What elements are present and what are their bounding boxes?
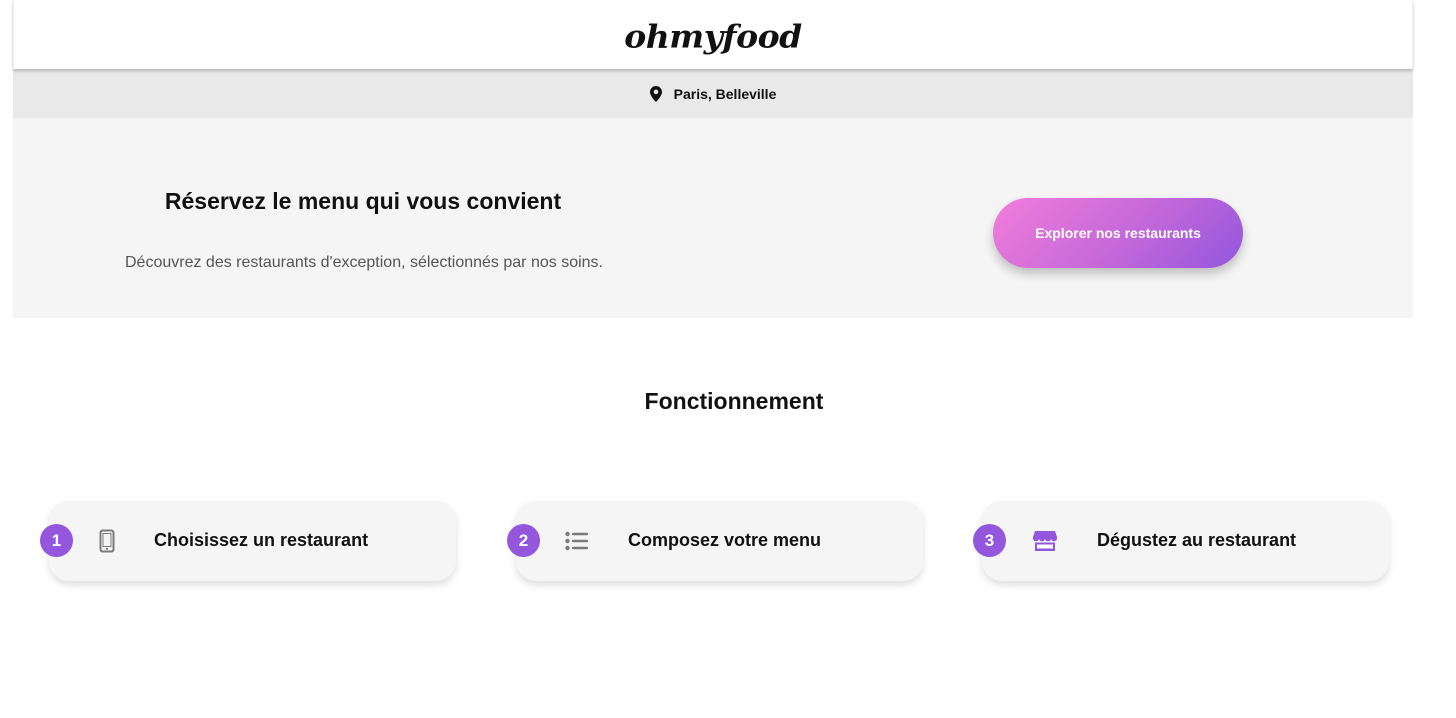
- mobile-phone-icon: [94, 528, 120, 554]
- step-label: Dégustez au restaurant: [1097, 530, 1297, 550]
- location-bar: Paris, Belleville: [13, 69, 1413, 118]
- list-icon: [564, 528, 590, 554]
- location-text: Paris, Belleville: [673, 85, 777, 102]
- hero-title: Réservez le menu qui vous convient: [164, 188, 562, 214]
- step-label: Choisissez un restaurant: [154, 530, 369, 550]
- step-card-2: 2 Composez votre menu: [507, 501, 923, 581]
- logo[interactable]: ohmyfood: [624, 14, 802, 55]
- step-number-badge: 3: [973, 524, 1006, 557]
- section-title: Fonctionnement: [644, 388, 824, 414]
- step-card-1: 1 Choisissez un restaurant: [40, 501, 456, 581]
- page: ohmyfood Paris, Belleville Réservez le m…: [0, 0, 1456, 718]
- store-icon: [1032, 528, 1058, 554]
- hero-subtitle: Découvrez des restaurants d'exception, s…: [125, 254, 603, 271]
- step-number-badge: 2: [507, 524, 540, 557]
- location-pin-icon: [649, 85, 662, 102]
- explore-restaurants-button[interactable]: Explorer nos restaurants: [993, 198, 1243, 268]
- step-number-badge: 1: [40, 524, 73, 557]
- step-label: Composez votre menu: [628, 530, 822, 550]
- hero-section: Réservez le menu qui vous convient Décou…: [13, 118, 1413, 318]
- step-card-3: 3 Dégustez au restaurant: [973, 501, 1389, 581]
- site-header: ohmyfood: [13, 0, 1413, 69]
